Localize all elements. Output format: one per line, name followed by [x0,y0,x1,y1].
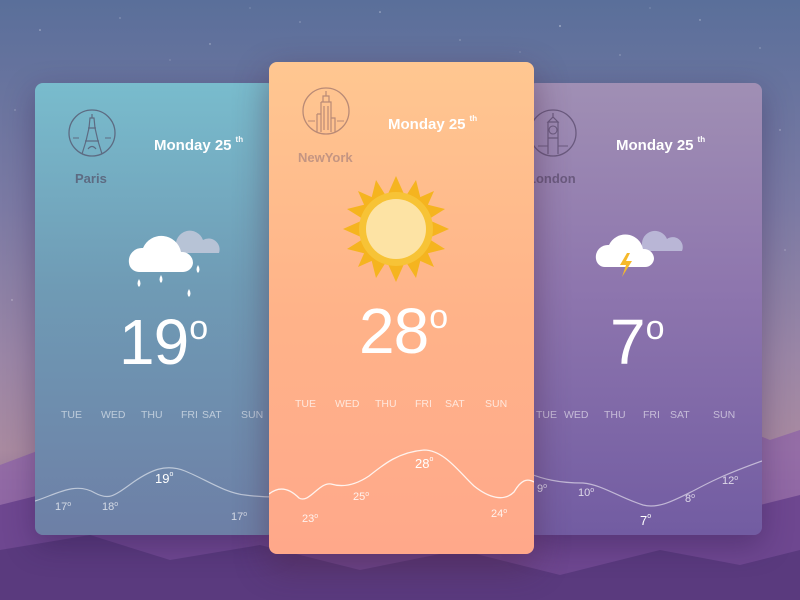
forecast-temp: 12o [722,475,739,487]
forecast-temp: 25o [353,491,370,503]
forecast-day: WED [335,398,360,410]
forecast-day: TUE [536,409,557,421]
date-label: Monday 25th [154,135,244,154]
forecast-day: FRI [643,409,660,421]
forecast-day: TUE [61,409,82,421]
forecast-day: SAT [445,398,465,410]
forecast-day: SUN [241,409,264,421]
city-name: Paris [75,171,107,186]
big-ben-icon [529,109,577,157]
forecast-temp: 18o [102,501,119,513]
date-label: Monday 25th [616,135,706,154]
city-name: London [528,171,576,186]
date-label: Monday 25th [388,114,478,133]
forecast-day: THU [141,409,163,421]
forecast-temp: 24o [491,508,508,520]
weather-card-newyork[interactable]: NewYork Monday 25th 28o TUE WED THU FRI … [269,62,534,554]
forecast-day: FRI [181,409,198,421]
forecast-day: SUN [485,398,508,410]
forecast-day: SAT [202,409,222,421]
forecast-day: WED [101,409,126,421]
forecast-day: SAT [670,409,690,421]
skyscraper-icon [302,87,350,135]
forecast-temp: 7o [640,513,652,528]
forecast-temp: 8o [685,493,696,505]
forecast-trend-line [269,449,534,500]
weather-card-london[interactable]: London Monday 25th 7o TUE WED THU FRI SA… [528,83,762,535]
forecast-temp: 23o [302,513,319,525]
rain-cloud-icon [128,230,220,297]
forecast-temp: 9o [537,483,548,495]
thunderstorm-cloud-icon [595,230,683,277]
forecast-temp: 10o [578,487,595,499]
weather-card-paris[interactable]: Paris Monday 25th 19o TUE WED THU FRI SA… [35,83,275,535]
current-temperature: 28o [359,295,448,367]
forecast-temp: 19o [155,471,174,486]
eiffel-tower-icon [68,109,116,157]
forecast-day: FRI [415,398,432,410]
current-temperature: 19o [119,306,208,378]
city-name: NewYork [298,150,353,165]
forecast-temp: 28o [415,456,434,471]
forecast-temp: 17o [231,511,248,523]
forecast-day: TUE [295,398,316,410]
forecast-day: THU [604,409,626,421]
forecast-day: WED [564,409,589,421]
sun-icon [343,176,449,282]
current-temperature: 7o [610,306,665,378]
forecast-day: THU [375,398,397,410]
forecast-temp: 17o [55,501,72,513]
forecast-day: SUN [713,409,736,421]
